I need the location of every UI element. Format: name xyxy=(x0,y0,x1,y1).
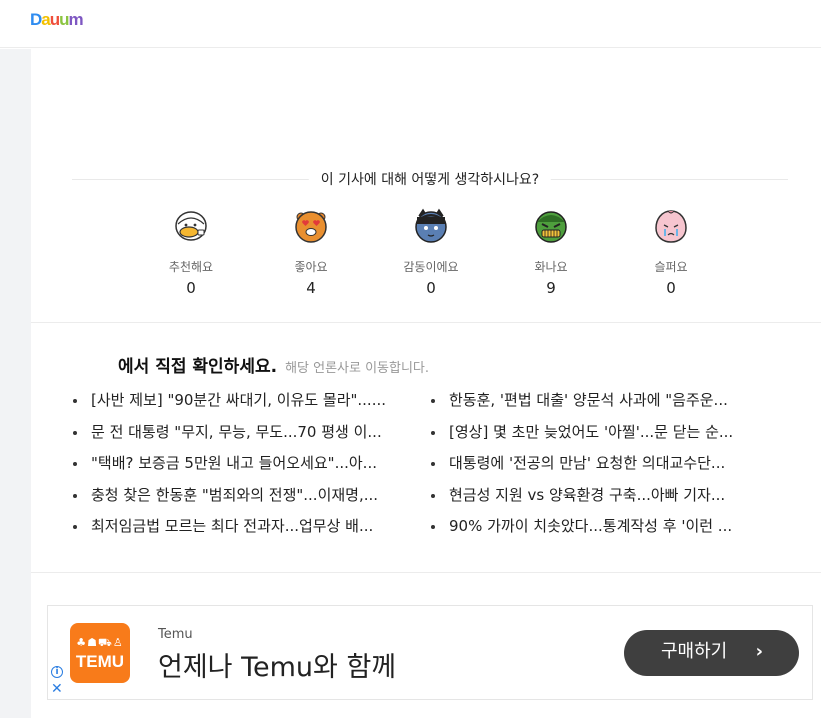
info-icon[interactable]: i xyxy=(51,666,63,678)
reaction-list: 추천해요 0 좋아요 4 감동이에요 0 화나요 9 슬퍼요 0 xyxy=(131,208,731,298)
reaction-label: 슬퍼요 xyxy=(654,260,688,274)
chevron-right-icon: › xyxy=(755,641,763,662)
reaction-label: 추천해요 xyxy=(168,260,214,274)
recommend-face-icon xyxy=(175,211,207,241)
article-link[interactable]: 문 전 대통령 "무지, 무능, 무도...70 평생 이... xyxy=(73,422,409,454)
article-link[interactable]: [사반 제보] "90분간 싸대기, 이유도 몰라"...... xyxy=(73,390,409,422)
press-article-list-left: [사반 제보] "90분간 싸대기, 이유도 몰라"...... 문 전 대통령… xyxy=(73,390,409,548)
reaction-count: 9 xyxy=(546,279,556,297)
ad-headline[interactable]: 언제나 Temu와 함께 xyxy=(158,645,396,684)
press-subtitle: 해당 언론사로 이동합니다. xyxy=(285,361,430,376)
reaction-count: 0 xyxy=(426,279,436,297)
ad-sponsor: Temu xyxy=(158,627,193,642)
top-bar: Dauum xyxy=(0,0,821,48)
reaction-sad[interactable]: 슬퍼요 0 xyxy=(611,208,731,297)
temu-logo-icons: ♣☗⛟♙ xyxy=(76,636,124,649)
article-link[interactable]: "택배? 보증금 5만원 내고 들어오세요"...아... xyxy=(73,453,409,485)
left-gutter xyxy=(0,49,31,718)
reaction-label: 좋아요 xyxy=(294,260,328,274)
buy-button[interactable]: 구매하기 › xyxy=(624,630,799,676)
buy-button-label: 구매하기 xyxy=(661,641,728,662)
close-icon[interactable]: ✕ xyxy=(51,682,63,696)
article-link[interactable]: 최저임금법 모르는 최다 전과자...업무상 배... xyxy=(73,516,409,548)
article-link[interactable]: 충청 찾은 한동훈 "범죄와의 전쟁"...이재명,... xyxy=(73,485,409,517)
sad-face-icon xyxy=(655,210,687,243)
section-divider xyxy=(31,322,821,323)
temu-ad-banner[interactable]: ♣☗⛟♙ TEMU Temu 언제나 Temu와 함께 구매하기 › i ✕ xyxy=(47,605,813,700)
reaction-label: 감동이에요 xyxy=(403,260,459,274)
reaction-recommend[interactable]: 추천해요 0 xyxy=(131,208,251,297)
reaction-title: 이 기사에 대해 어떻게 생각하시나요? xyxy=(308,169,552,189)
press-article-list-right: 한동훈, '편법 대출' 양문석 사과에 "음주운... [영상] 몇 초만 늦… xyxy=(431,390,767,548)
article-link[interactable]: [영상] 몇 초만 늦었어도 '아찔'...문 닫는 순... xyxy=(431,422,767,454)
daum-logo[interactable]: Dauum xyxy=(30,10,84,30)
article-link[interactable]: 대통령에 '전공의 만남' 요청한 의대교수단... xyxy=(431,453,767,485)
article-link[interactable]: 현금성 지원 vs 양육환경 구축...아빠 기자... xyxy=(431,485,767,517)
angry-face-icon xyxy=(535,211,567,243)
section-divider xyxy=(31,572,821,573)
article-link[interactable]: 한동훈, '편법 대출' 양문석 사과에 "음주운... xyxy=(431,390,767,422)
reaction-count: 4 xyxy=(306,279,316,297)
press-section-header: 에서 직접 확인하세요. 해당 언론사로 이동합니다. xyxy=(118,352,429,377)
reaction-count: 0 xyxy=(186,279,196,297)
article-link[interactable]: 90% 가까이 치솟았다...통계작성 후 '이런 ... xyxy=(431,516,767,548)
reaction-label: 화나요 xyxy=(534,260,568,274)
reaction-like[interactable]: 좋아요 4 xyxy=(251,208,371,297)
press-title: 에서 직접 확인하세요. xyxy=(118,357,278,377)
reaction-count: 0 xyxy=(666,279,676,297)
like-face-icon xyxy=(295,211,327,243)
touched-face-icon xyxy=(415,208,447,243)
reaction-angry[interactable]: 화나요 9 xyxy=(491,208,611,297)
temu-logo[interactable]: ♣☗⛟♙ TEMU xyxy=(70,623,130,683)
temu-logo-text: TEMU xyxy=(75,652,125,671)
reaction-section-header: 이 기사에 대해 어떻게 생각하시나요? xyxy=(72,168,788,190)
reaction-touched[interactable]: 감동이에요 0 xyxy=(371,208,491,297)
